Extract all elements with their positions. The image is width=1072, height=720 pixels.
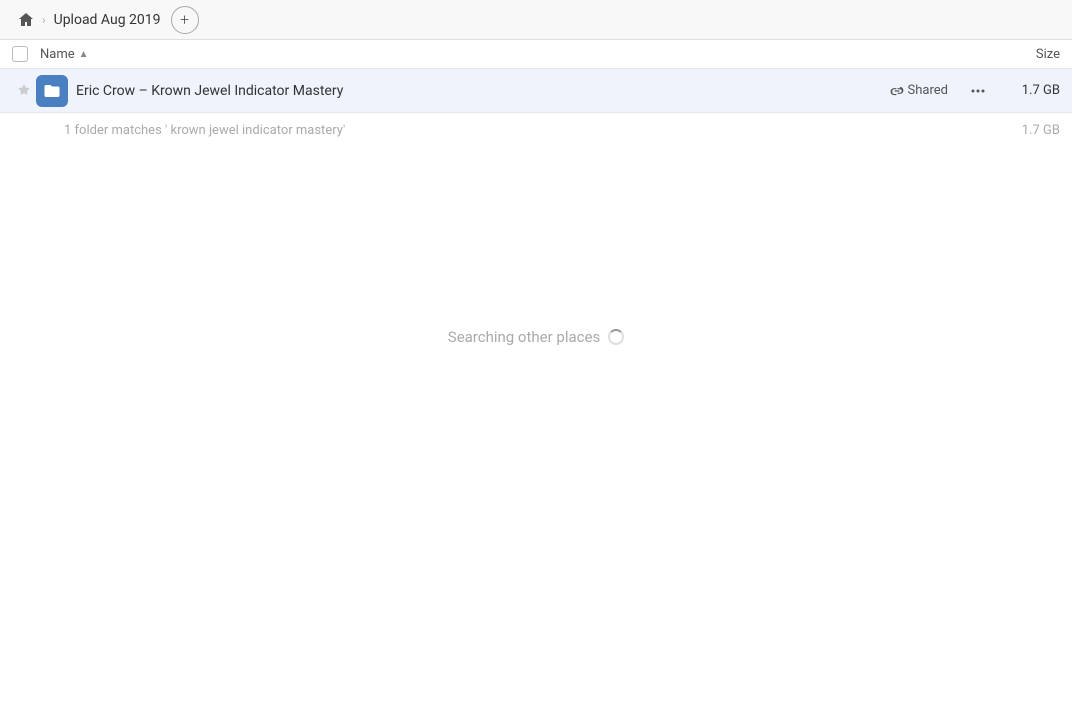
file-size-label: 1.7 GB: [1000, 83, 1060, 98]
star-button[interactable]: [12, 83, 36, 99]
name-column-header[interactable]: Name ▲: [40, 47, 980, 62]
match-summary-size: 1.7 GB: [1022, 123, 1060, 138]
size-column-header[interactable]: Size: [980, 47, 1060, 62]
loading-spinner: [608, 329, 624, 345]
match-summary-text: 1 folder matches ' krown jewel indicator…: [64, 123, 345, 138]
searching-text: Searching other places: [448, 328, 600, 346]
top-bar: › Upload Aug 2019 +: [0, 0, 1072, 40]
breadcrumb-label[interactable]: Upload Aug 2019: [48, 8, 167, 32]
breadcrumb-separator: ›: [42, 13, 46, 27]
select-all-checkbox[interactable]: [12, 46, 40, 62]
match-summary: 1 folder matches ' krown jewel indicator…: [0, 113, 1072, 148]
more-options-button[interactable]: [964, 77, 992, 105]
size-column-label: Size: [1036, 47, 1060, 62]
home-button[interactable]: [12, 6, 40, 34]
file-folder-icon: [36, 75, 68, 107]
column-headers: Name ▲ Size: [0, 40, 1072, 69]
searching-section: Searching other places: [0, 328, 1072, 346]
file-row[interactable]: Eric Crow – Krown Jewel Indicator Master…: [0, 69, 1072, 113]
add-button[interactable]: +: [171, 6, 199, 34]
name-column-label: Name: [40, 47, 75, 62]
checkbox-unchecked-icon[interactable]: [12, 46, 28, 62]
shared-badge: Shared: [890, 83, 948, 98]
file-name-label: Eric Crow – Krown Jewel Indicator Master…: [76, 83, 890, 99]
shared-label: Shared: [908, 83, 948, 98]
sort-arrow-icon: ▲: [79, 49, 89, 60]
